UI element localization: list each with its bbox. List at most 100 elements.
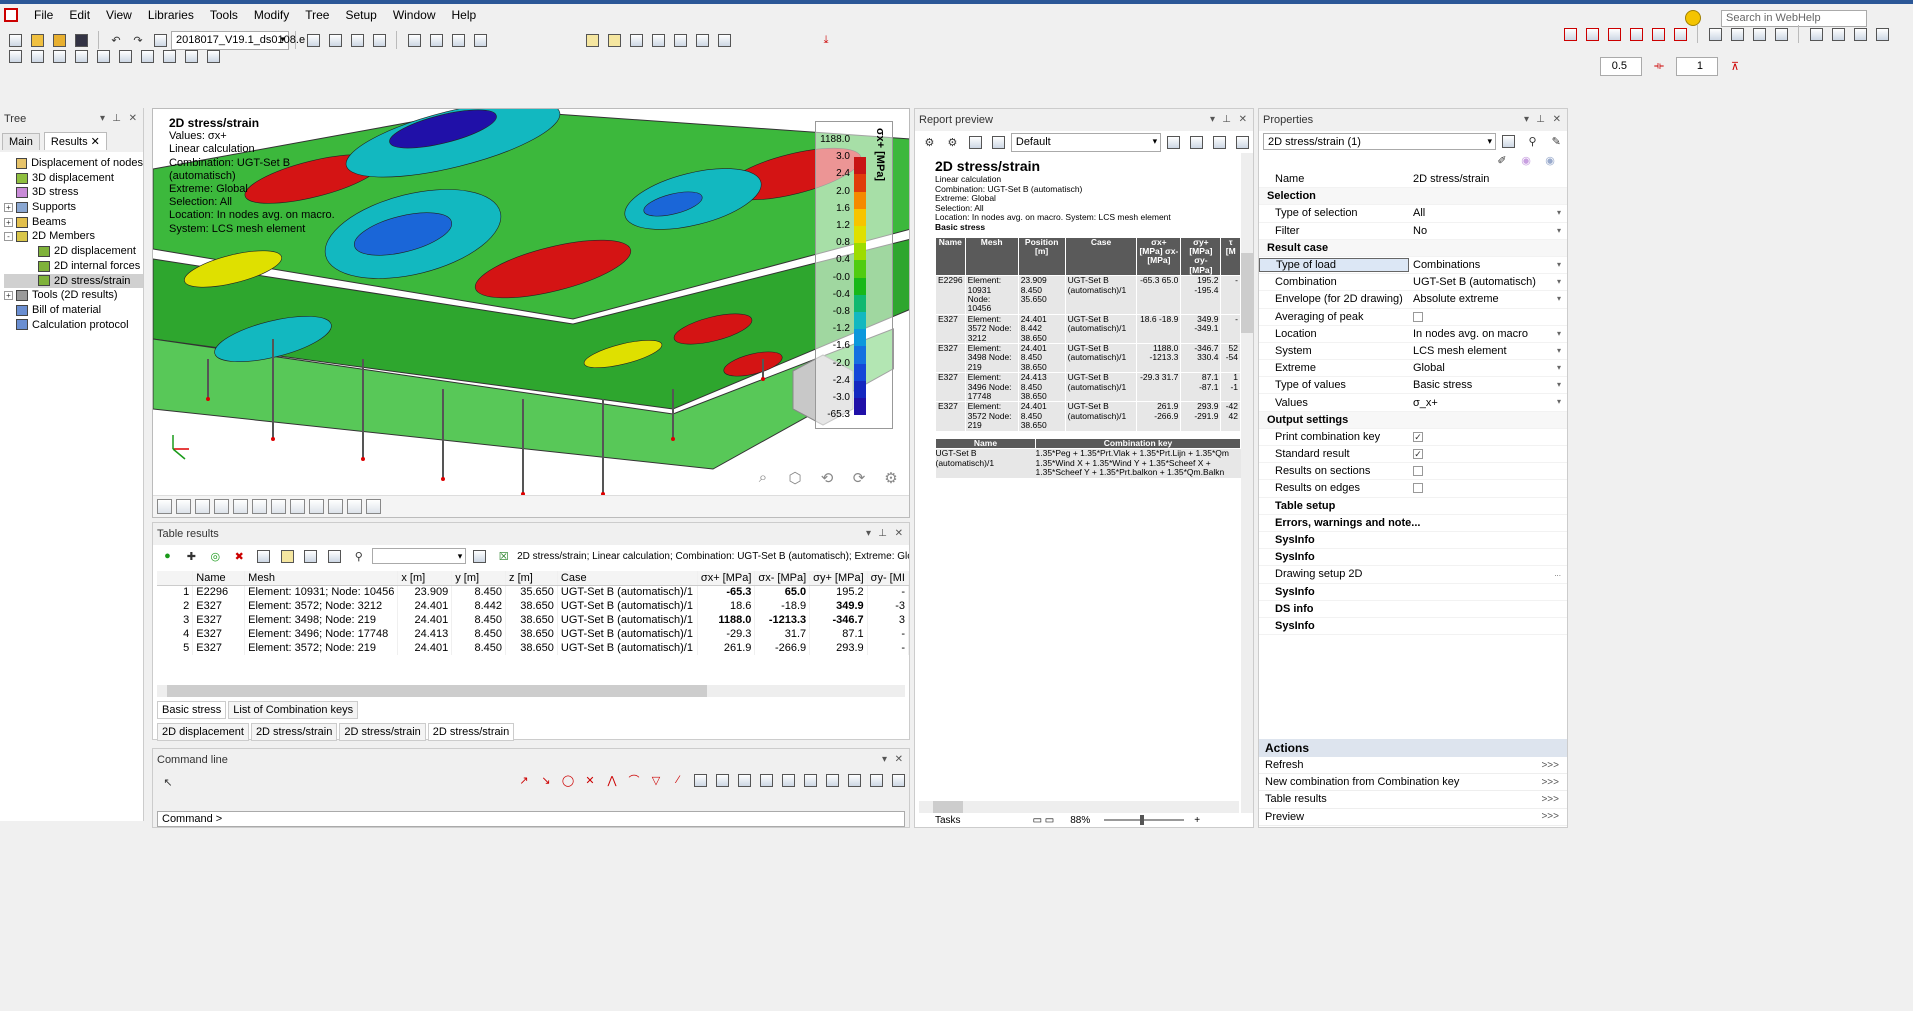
right-tool-9-icon[interactable] <box>1750 25 1768 43</box>
property-row[interactable]: Result case <box>1259 239 1567 257</box>
chart-icon[interactable] <box>326 547 343 565</box>
property-row[interactable]: Filter No ▾ <box>1259 223 1567 240</box>
property-value[interactable]: Basic stress <box>1409 379 1567 391</box>
report-settings-icon[interactable]: ⚙ <box>944 133 961 151</box>
add-icon[interactable]: ✚ <box>183 547 200 565</box>
view-tool-4-icon[interactable] <box>214 499 229 514</box>
column-header[interactable] <box>157 571 194 586</box>
cmd-tool-14-icon[interactable] <box>801 771 819 789</box>
view-tool-5-icon[interactable] <box>233 499 248 514</box>
menu-view[interactable]: View <box>98 4 140 26</box>
checkbox[interactable] <box>1413 483 1423 494</box>
property-row[interactable]: Results on edges <box>1259 480 1567 498</box>
tool-h-icon[interactable] <box>160 47 178 65</box>
cmd-tool-15-icon[interactable] <box>823 771 841 789</box>
excel-icon[interactable]: ☒ <box>495 547 512 565</box>
tree-item[interactable]: + Beams <box>4 215 143 230</box>
filter-icon[interactable] <box>279 547 296 565</box>
smiley-icon[interactable] <box>1685 10 1701 26</box>
property-row[interactable]: SysInfo <box>1259 532 1567 550</box>
menu-setup[interactable]: Setup <box>337 4 384 26</box>
dropdown-icon[interactable]: ▾ <box>100 113 105 124</box>
pin-icon[interactable]: ⊥ <box>112 113 121 124</box>
view-tool-3-icon[interactable] <box>195 499 210 514</box>
right-tool-6-icon[interactable] <box>1671 25 1689 43</box>
layout-1-icon[interactable] <box>1165 133 1182 151</box>
property-row[interactable]: Averaging of peak <box>1259 309 1567 326</box>
property-row[interactable]: SysInfo <box>1259 549 1567 567</box>
rotate-icon[interactable]: ⟲ <box>817 469 837 487</box>
report-horizontal-scrollbar[interactable] <box>919 801 1239 813</box>
menu-help[interactable]: Help <box>444 4 485 26</box>
funnel-icon[interactable]: ⚲ <box>350 547 367 565</box>
right-tool-8-icon[interactable] <box>1728 25 1746 43</box>
tool-b-icon[interactable] <box>28 47 46 65</box>
cmd-tool-12-icon[interactable] <box>757 771 775 789</box>
right-tool-2-icon[interactable] <box>1583 25 1601 43</box>
zoom-slider[interactable] <box>1104 815 1185 825</box>
action-row[interactable]: New combination from Combination key >>> <box>1259 774 1567 792</box>
expand-toggle-icon[interactable]: + <box>4 291 13 301</box>
property-group[interactable]: Table setup <box>1259 500 1335 512</box>
action-button[interactable]: >>> <box>1541 760 1559 771</box>
command-input[interactable]: Command > <box>157 811 905 827</box>
property-value[interactable]: No <box>1409 225 1567 237</box>
property-value[interactable]: UGT-Set B (automatisch) <box>1409 276 1567 288</box>
action-row[interactable]: Table results >>> <box>1259 791 1567 809</box>
cmd-tool-6-icon[interactable]: ⌒ <box>625 771 643 789</box>
zoom-icon[interactable]: ⌕ <box>753 469 773 487</box>
property-group[interactable]: SysInfo <box>1259 620 1315 632</box>
cmd-tool-18-icon[interactable] <box>889 771 907 789</box>
property-row[interactable]: Drawing setup 2D... <box>1259 566 1567 584</box>
property-row[interactable]: Results on sections <box>1259 463 1567 481</box>
property-row[interactable]: DS info <box>1259 601 1567 618</box>
menu-tools[interactable]: Tools <box>202 4 246 26</box>
property-value[interactable]: Absolute extreme <box>1409 293 1567 305</box>
menu-window[interactable]: Window <box>385 4 444 26</box>
tool-f-icon[interactable] <box>116 47 134 65</box>
property-row[interactable]: SysInfo <box>1259 584 1567 601</box>
table-filter-combo[interactable] <box>372 548 467 564</box>
close-icon[interactable]: ✕ <box>129 113 137 124</box>
cmd-tool-8-icon[interactable]: ⁄ <box>669 771 687 789</box>
dropdown-icon[interactable]: ▾ <box>866 528 871 539</box>
property-row[interactable]: Errors, warnings and note... <box>1259 515 1567 532</box>
checkbox[interactable]: ✓ <box>1413 431 1423 442</box>
3d-view[interactable]: 2D stress/strain Values: σx+ Linear calcu… <box>152 108 910 518</box>
tool-e-icon[interactable] <box>94 47 112 65</box>
column-header[interactable]: Case <box>557 571 698 586</box>
cmd-tool-11-icon[interactable] <box>735 771 753 789</box>
right-tool-5-icon[interactable] <box>1649 25 1667 43</box>
property-row[interactable]: Print combination key ✓ <box>1259 429 1567 446</box>
chevron-down-icon[interactable]: ▾ <box>1557 397 1561 406</box>
action-button[interactable]: >>> <box>1541 794 1559 805</box>
property-row[interactable]: Combination UGT-Set B (automatisch) ▾ <box>1259 274 1567 292</box>
sync-icon[interactable]: ◎ <box>207 547 224 565</box>
property-section[interactable]: Selection <box>1259 190 1316 202</box>
close-icon[interactable]: ✕ <box>1239 114 1247 125</box>
layout-4-icon[interactable] <box>1234 133 1251 151</box>
property-row[interactable]: Extreme Global ▾ <box>1259 360 1567 378</box>
right-tool-10-icon[interactable] <box>1772 25 1790 43</box>
property-row[interactable]: SysInfo <box>1259 618 1567 636</box>
right-tool-7-icon[interactable] <box>1706 25 1724 43</box>
dropdown-icon[interactable]: ▾ <box>1524 114 1529 125</box>
expand-toggle-icon[interactable]: + <box>4 202 13 212</box>
property-group[interactable]: Errors, warnings and note... <box>1259 517 1420 529</box>
chevron-down-icon[interactable]: ▾ <box>1557 294 1561 303</box>
property-group[interactable]: SysInfo <box>1259 534 1315 546</box>
cmd-tool-10-icon[interactable] <box>713 771 731 789</box>
grid-icon[interactable] <box>303 547 320 565</box>
scale-option-icon[interactable]: ⊼ <box>1726 58 1744 76</box>
right-tool-3-icon[interactable] <box>1605 25 1623 43</box>
chevron-down-icon[interactable]: ▾ <box>1557 329 1561 338</box>
column-header[interactable]: y [m] <box>451 571 507 586</box>
expand-toggle-icon[interactable]: + <box>4 217 13 227</box>
action-button[interactable]: >>> <box>1541 777 1559 788</box>
checkbox[interactable]: ✓ <box>1413 449 1423 460</box>
view-tool-11-icon[interactable] <box>347 499 362 514</box>
tree-item[interactable]: - 2D Members <box>4 229 143 244</box>
property-row[interactable]: Type of selection All ▾ <box>1259 205 1567 223</box>
tab-main[interactable]: Main <box>2 133 40 150</box>
pan-icon[interactable]: ⟳ <box>849 469 869 487</box>
